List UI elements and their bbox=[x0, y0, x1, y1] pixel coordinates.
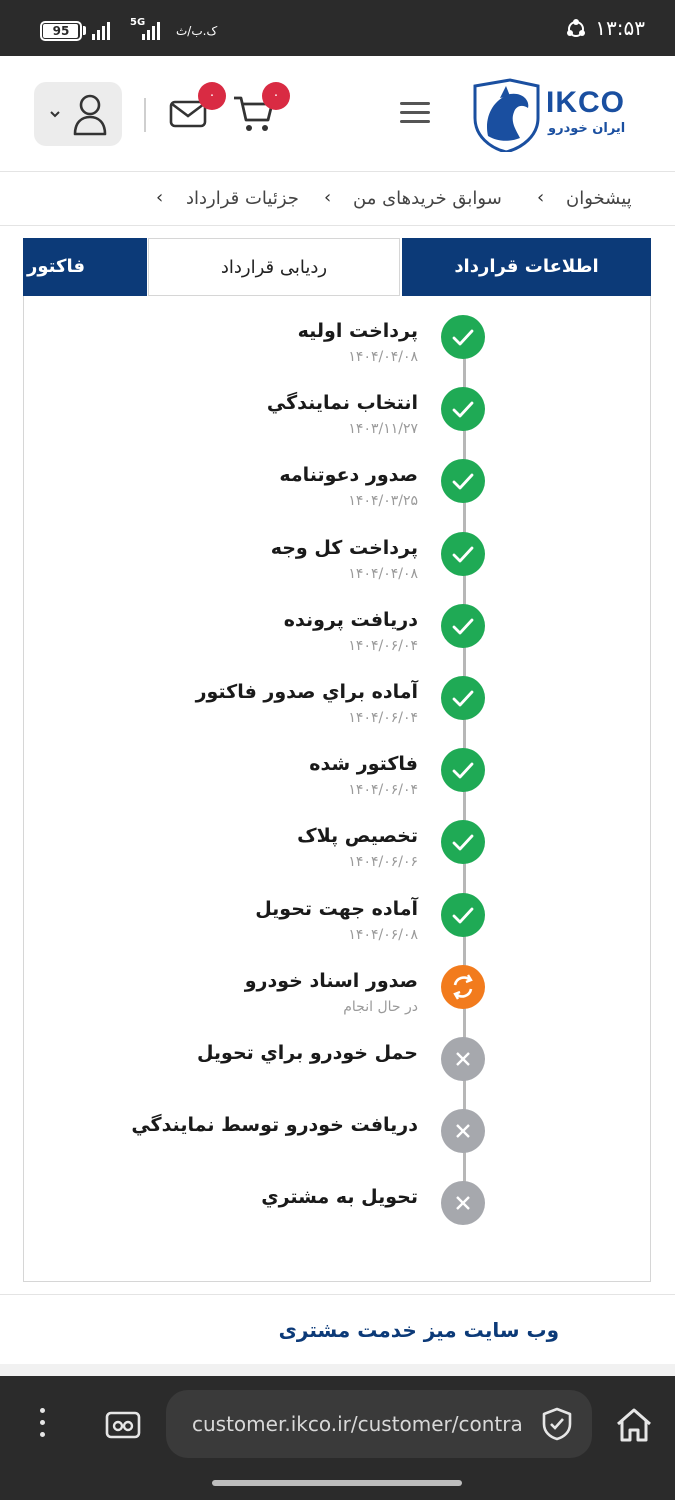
timeline-step: آماده جهت تحویل ۱۴۰۴/۰۶/۰۸ bbox=[22, 892, 650, 953]
refresh-icon bbox=[441, 964, 485, 1009]
chevron-left-icon: ‹ bbox=[537, 187, 545, 208]
home-icon[interactable] bbox=[614, 1406, 654, 1444]
breadcrumb-item-dashboard[interactable]: پیشخوان bbox=[566, 188, 632, 209]
step-date: ۱۴۰۴/۰۶/۰۶ bbox=[348, 854, 418, 871]
svg-text:ایران خودرو: ایران خودرو bbox=[547, 121, 625, 136]
breadcrumb-item-contract-details: جزئیات قرارداد bbox=[186, 188, 299, 209]
ikco-logo[interactable]: IKCO ایران خودرو bbox=[470, 78, 640, 154]
footer-strip bbox=[0, 1364, 675, 1376]
site-header: ۰ ۰ IKCO ایران خودرو bbox=[0, 56, 675, 172]
svg-text:IKCO: IKCO bbox=[546, 86, 625, 119]
check-icon bbox=[441, 315, 485, 359]
step-title: دریافت پرونده bbox=[283, 608, 418, 631]
signal-icon-2 bbox=[142, 20, 160, 40]
horse-logo-icon: IKCO ایران خودرو bbox=[473, 78, 625, 154]
chevron-left-icon: ‹ bbox=[156, 187, 164, 208]
customer-service-link[interactable]: وب سایت میز خدمت مشتری bbox=[279, 1318, 559, 1342]
more-menu-icon[interactable] bbox=[38, 1408, 46, 1442]
tabs-switcher-icon[interactable] bbox=[104, 1408, 142, 1442]
breadcrumb-item-purchase-history[interactable]: سوابق خریدهای من bbox=[353, 188, 502, 209]
timeline-step: صدور دعوتنامه ۱۴۰۴/۰۳/۲۵ bbox=[22, 459, 650, 519]
contract-tabs: فاکتور ردیابی قرارداد اطلاعات قرارداد bbox=[23, 238, 651, 296]
mail-count-badge: ۰ bbox=[198, 82, 226, 110]
cart-button[interactable]: ۰ bbox=[232, 82, 290, 134]
tab-contract-tracking[interactable]: ردیابی قرارداد bbox=[148, 238, 400, 296]
step-date: در حال انجام bbox=[343, 998, 418, 1015]
timeline-step: صدور اسناد خودرو در حال انجام bbox=[22, 964, 650, 1025]
page: 95 5G ک.ب/ث ۱۳:۵۳ ۰ ۰ IKCO ایران خودرو ‹… bbox=[0, 0, 675, 1500]
timeline-step: دریافت پرونده ۱۴۰۴/۰۶/۰۴ bbox=[22, 603, 650, 664]
step-date: ۱۴۰۴/۰۳/۲۵ bbox=[348, 493, 418, 510]
breadcrumb: ‹ جزئیات قرارداد ‹ سوابق خریدهای من ‹ پی… bbox=[0, 172, 675, 226]
step-title: پرداخت کل وجه bbox=[270, 536, 418, 559]
clock: ۱۳:۵۳ bbox=[595, 16, 645, 40]
step-date: ۱۴۰۴/۰۶/۰۴ bbox=[348, 710, 418, 726]
tracking-timeline: پرداخت اولیه ۱۴۰۴/۰۴/۰۸ انتخاب نمایندگي ۱۴۰… bbox=[23, 296, 651, 1282]
timeline-step: پرداخت اولیه ۱۴۰۴/۰۴/۰۸ bbox=[22, 315, 650, 375]
header-divider bbox=[144, 98, 146, 132]
timeline-step: پرداخت کل وجه ۱۴۰۴/۰۴/۰۸ bbox=[22, 531, 650, 592]
timeline-step: تخصیص پلاک ۱۴۰۴/۰۶/۰۶ bbox=[22, 820, 650, 880]
footer-divider bbox=[0, 1294, 675, 1295]
timeline-step: انتخاب نمایندگي ۱۴۰۳/۱۱/۲۷ bbox=[22, 387, 650, 447]
gesture-bar bbox=[212, 1480, 462, 1486]
step-title: دريافت خودرو توسط نمايندگي bbox=[131, 1114, 418, 1137]
battery-tip bbox=[83, 26, 86, 35]
step-title: تحويل به مشتري bbox=[261, 1186, 418, 1209]
step-date: ۱۴۰۴/۰۶/۰۴ bbox=[348, 637, 418, 654]
address-bar[interactable]: customer.ikco.ir/customer/contra bbox=[166, 1390, 592, 1458]
chevron-down-icon bbox=[50, 111, 60, 118]
step-date: ۱۴۰۴/۰۴/۰۸ bbox=[348, 565, 418, 582]
step-title: فاكتور شده bbox=[309, 753, 418, 776]
shield-check-icon[interactable] bbox=[540, 1406, 574, 1442]
timeline-step: آماده براي صدور فاكتور ۱۴۰۴/۰۶/۰۴ bbox=[22, 676, 650, 736]
battery-icon: 95 bbox=[40, 21, 82, 41]
check-icon bbox=[441, 387, 485, 432]
tab-invoice[interactable]: فاکتور bbox=[23, 238, 147, 296]
check-icon bbox=[441, 820, 485, 865]
check-icon bbox=[441, 603, 485, 648]
step-title: انتخاب نمایندگي bbox=[266, 392, 418, 415]
step-date: ۱۴۰۳/۱۱/۲۷ bbox=[348, 421, 418, 438]
step-title: آماده جهت تحویل bbox=[255, 897, 418, 920]
check-icon bbox=[441, 531, 485, 576]
check-icon bbox=[441, 892, 485, 937]
signal-icon bbox=[92, 20, 110, 40]
step-title: حمل خودرو براي تحويل bbox=[196, 1042, 418, 1064]
sync-ring-icon bbox=[567, 19, 585, 37]
step-date: ۱۴۰۴/۰۶/۰۴ bbox=[348, 782, 418, 799]
timeline-step: حمل خودرو براي تحويل bbox=[22, 1037, 650, 1097]
cart-count-badge: ۰ bbox=[262, 82, 290, 110]
close-icon bbox=[441, 1181, 485, 1226]
check-icon bbox=[441, 676, 485, 720]
close-icon bbox=[441, 1037, 485, 1081]
timeline-step: تحويل به مشتري bbox=[22, 1181, 650, 1241]
data-speed: ک.ب/ث bbox=[176, 24, 218, 38]
close-icon bbox=[441, 1109, 485, 1154]
messages-button[interactable]: ۰ bbox=[168, 82, 226, 130]
chevron-left-icon: ‹ bbox=[324, 187, 332, 208]
battery-level: 95 bbox=[52, 24, 70, 38]
step-title: تخصیص پلاک bbox=[297, 825, 418, 848]
browser-toolbar: customer.ikco.ir/customer/contra bbox=[0, 1376, 675, 1500]
step-date: ۱۴۰۴/۰۴/۰۸ bbox=[348, 349, 418, 365]
step-title: پرداخت اولیه bbox=[297, 320, 418, 342]
check-icon bbox=[441, 459, 485, 504]
tab-contract-info[interactable]: اطلاعات قرارداد bbox=[402, 238, 651, 296]
user-menu-button[interactable] bbox=[34, 82, 122, 146]
step-title: آماده براي صدور فاكتور bbox=[195, 681, 418, 703]
status-bar: 95 5G ک.ب/ث ۱۳:۵۳ bbox=[0, 0, 675, 56]
url-text: customer.ikco.ir/customer/contra bbox=[192, 1412, 522, 1436]
step-title: صدور دعوتنامه bbox=[279, 464, 418, 487]
menu-button[interactable] bbox=[400, 102, 430, 124]
step-title: صدور اسناد خودرو bbox=[244, 969, 418, 992]
step-date: ۱۴۰۴/۰۶/۰۸ bbox=[348, 926, 418, 943]
timeline-step: فاكتور شده ۱۴۰۴/۰۶/۰۴ bbox=[22, 748, 650, 808]
user-icon bbox=[73, 94, 107, 136]
check-icon bbox=[441, 748, 485, 793]
timeline-step: دريافت خودرو توسط نمايندگي bbox=[22, 1109, 650, 1169]
